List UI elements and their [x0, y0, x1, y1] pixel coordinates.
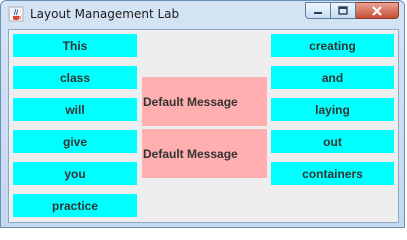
minimize-icon: [314, 11, 322, 14]
app-window: Layout Management Lab This class will gi…: [0, 0, 405, 228]
close-icon: [372, 5, 382, 16]
window-controls: [305, 2, 399, 22]
window-title: Layout Management Lab: [30, 7, 180, 21]
java-coffee-cup-icon: [8, 6, 24, 22]
left-label-practice: practice: [13, 194, 137, 217]
right-label-and: and: [271, 66, 394, 89]
center-message-top: Default Message: [142, 77, 267, 126]
left-label-you: you: [13, 162, 137, 185]
right-label-containers: containers: [271, 162, 394, 185]
left-label-give: give: [13, 130, 137, 153]
left-label-class: class: [13, 66, 137, 89]
right-label-out: out: [271, 130, 394, 153]
right-label-creating: creating: [271, 34, 394, 57]
left-label-will: will: [13, 98, 137, 121]
right-label-laying: laying: [271, 98, 394, 121]
title-bar[interactable]: Layout Management Lab: [1, 1, 404, 29]
center-message-bottom: Default Message: [142, 129, 267, 178]
minimize-button[interactable]: [305, 2, 331, 19]
maximize-icon: [338, 6, 348, 15]
left-label-this: This: [13, 34, 137, 57]
content-panel: This class will give you practice Defaul…: [8, 29, 399, 223]
close-button[interactable]: [356, 2, 399, 19]
maximize-button[interactable]: [331, 2, 356, 19]
